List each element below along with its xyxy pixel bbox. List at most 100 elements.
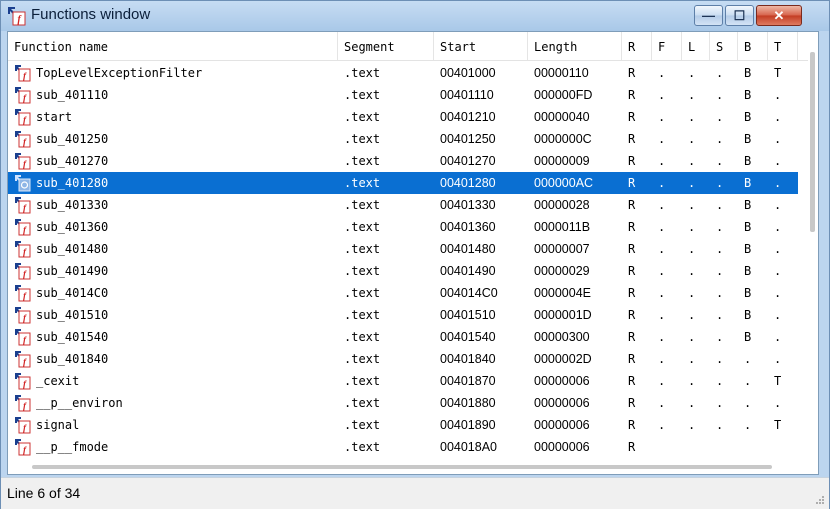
cell-l: . xyxy=(688,198,696,212)
table-row[interactable]: f TopLevelExceptionFilter .text 00401000 000… xyxy=(8,62,798,84)
cell-length: 0000002D xyxy=(534,352,592,366)
cell-segment: .text xyxy=(344,88,381,102)
column-header-function-name[interactable]: Function name xyxy=(8,32,338,60)
cell-b: B xyxy=(744,264,752,278)
cell-t: . xyxy=(774,264,782,278)
cell-start: 00401280 xyxy=(440,176,496,190)
table-row[interactable]: f _cexit .text 00401870 00000006 R.... T xyxy=(8,370,798,392)
horizontal-scrollbar[interactable] xyxy=(8,462,808,474)
function-icon: f xyxy=(15,351,31,368)
cell-s: . xyxy=(716,220,724,234)
cell-start: 00401540 xyxy=(440,330,496,344)
table-row[interactable]: f __p__fmode .text 004018A0 00000006 R xyxy=(8,436,798,458)
cell-length: 00000028 xyxy=(534,198,590,212)
cell-r: R xyxy=(628,198,636,212)
cell-l: . xyxy=(688,242,696,256)
cell-segment: .text xyxy=(344,66,381,80)
title-bar[interactable]: f Functions window — ☐ ✕ xyxy=(1,1,829,31)
cell-r: R xyxy=(628,88,636,102)
cell-r: R xyxy=(628,418,636,432)
cell-l: . xyxy=(688,176,696,190)
cell-t: . xyxy=(774,286,782,300)
table-row[interactable]: f sub_401480 .text 00401480 00000007 R... B. xyxy=(8,238,798,260)
table-row[interactable]: f sub_401250 .text 00401250 0000000C R... B. xyxy=(8,128,798,150)
column-header-b[interactable]: B xyxy=(738,32,768,60)
cell-l: . xyxy=(688,330,696,344)
maximize-button[interactable]: ☐ xyxy=(725,5,754,26)
cell-start: 00401490 xyxy=(440,264,496,278)
table-row[interactable]: f sub_401270 .text 00401270 00000009 R... B. xyxy=(8,150,798,172)
cell-r: R xyxy=(628,330,636,344)
functions-list[interactable]: Function name Segment Start Length R F L S B T fT… xyxy=(7,31,819,475)
table-row[interactable]: f sub_401330 .text 00401330 00000028 R... B. xyxy=(8,194,798,216)
table-row[interactable]: f signal .text 00401890 00000006 R.... T xyxy=(8,414,798,436)
column-header-length[interactable]: Length xyxy=(528,32,622,60)
cell-s: . xyxy=(716,286,724,300)
cell-s: . xyxy=(716,264,724,278)
close-button[interactable]: ✕ xyxy=(756,5,802,26)
cell-segment: .text xyxy=(344,374,381,388)
cell-length: 00000029 xyxy=(534,264,590,278)
function-icon: f xyxy=(8,7,26,26)
table-row[interactable]: f start .text 00401210 00000040 R... B. xyxy=(8,106,798,128)
resize-grip-icon[interactable] xyxy=(815,495,825,505)
table-row[interactable]: sub_401280 .text 00401280 000000AC R... B. xyxy=(8,172,798,194)
cell-r: R xyxy=(628,374,636,388)
horizontal-scroll-thumb[interactable] xyxy=(32,465,772,469)
cell-length: 000000AC xyxy=(534,176,594,190)
cell-start: 004014C0 xyxy=(440,286,498,300)
cell-b: B xyxy=(744,176,752,190)
cell-length: 0000001D xyxy=(534,308,592,322)
cell-l: . xyxy=(688,132,696,146)
minimize-button[interactable]: — xyxy=(694,5,723,26)
table-row[interactable]: f sub_4014C0 .text 004014C0 0000004E R... B. xyxy=(8,282,798,304)
cell-l: . xyxy=(688,88,696,102)
cell-f: . xyxy=(658,242,666,256)
cell-l: . xyxy=(688,264,696,278)
cell-start: 00401510 xyxy=(440,308,496,322)
table-row[interactable]: f sub_401360 .text 00401360 0000011B R... B. xyxy=(8,216,798,238)
function-icon: f xyxy=(15,65,31,82)
cell-t: . xyxy=(774,352,782,366)
table-row[interactable]: f sub_401510 .text 00401510 0000001D R... B. xyxy=(8,304,798,326)
cell-start: 00401870 xyxy=(440,374,496,388)
vertical-scrollbar[interactable] xyxy=(808,32,818,464)
cell-function-name: _cexit xyxy=(36,374,80,388)
column-header-f[interactable]: F xyxy=(652,32,682,60)
column-header-s[interactable]: S xyxy=(710,32,738,60)
cell-r: R xyxy=(628,286,636,300)
table-row[interactable]: f sub_401490 .text 00401490 00000029 R... B. xyxy=(8,260,798,282)
column-header-t[interactable]: T xyxy=(768,32,798,60)
cell-segment: .text xyxy=(344,110,381,124)
cell-l: . xyxy=(688,110,696,124)
cell-s: . xyxy=(716,132,724,146)
table-row[interactable]: f __p__environ .text 00401880 00000006 R..... xyxy=(8,392,798,414)
functions-window: f Functions window — ☐ ✕ Function name Se… xyxy=(0,0,830,509)
cell-segment: .text xyxy=(344,330,381,344)
cell-function-name: TopLevelExceptionFilter xyxy=(36,66,203,80)
column-header-l[interactable]: L xyxy=(682,32,710,60)
cell-length: 00000006 xyxy=(534,418,590,432)
table-row[interactable]: f sub_401540 .text 00401540 00000300 R... B. xyxy=(8,326,798,348)
column-header-segment[interactable]: Segment xyxy=(338,32,434,60)
function-icon: f xyxy=(15,263,31,280)
vertical-scroll-thumb[interactable] xyxy=(810,52,815,232)
cell-f: . xyxy=(658,396,666,410)
cell-segment: .text xyxy=(344,352,381,366)
cell-t: . xyxy=(774,88,782,102)
table-row[interactable]: f sub_401840 .text 00401840 0000002D R..... xyxy=(8,348,798,370)
function-icon: f xyxy=(15,241,31,258)
cell-f: . xyxy=(658,330,666,344)
column-header-start[interactable]: Start xyxy=(434,32,528,60)
cell-l: . xyxy=(688,396,696,410)
cell-length: 00000006 xyxy=(534,440,590,454)
cell-s: . xyxy=(716,88,724,102)
table-row[interactable]: f sub_401110 .text 00401110 000000FD R... B. xyxy=(8,84,798,106)
cell-function-name: sub_401510 xyxy=(36,308,109,322)
column-header-r[interactable]: R xyxy=(622,32,652,60)
cell-segment: .text xyxy=(344,176,381,190)
cell-r: R xyxy=(628,440,636,454)
cell-segment: .text xyxy=(344,418,381,432)
cell-t: . xyxy=(774,396,782,410)
cell-function-name: sub_401490 xyxy=(36,264,109,278)
